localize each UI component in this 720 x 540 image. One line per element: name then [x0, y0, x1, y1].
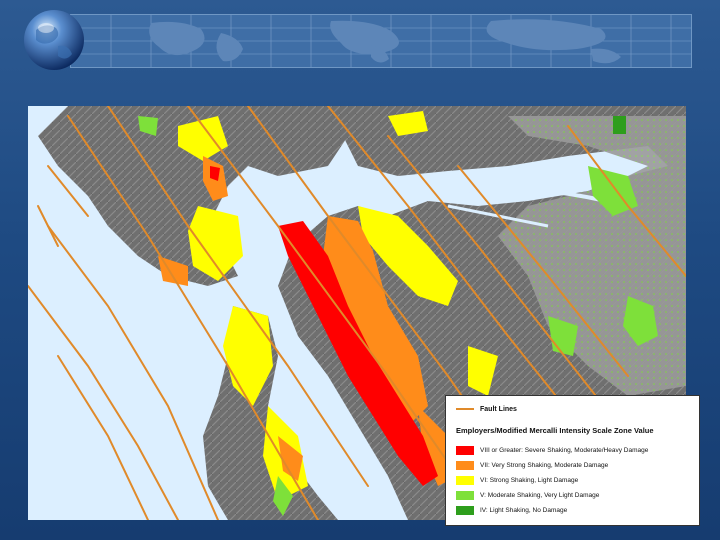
legend-label-vi: VI: Strong Shaking, Light Damage — [480, 477, 579, 484]
legend-row-vi: VI: Strong Shaking, Light Damage — [456, 476, 578, 485]
legend-label-iv: IV: Light Shaking, No Damage — [480, 507, 568, 514]
legend-row-viii: VIII or Greater: Severe Shaking, Moderat… — [456, 446, 648, 455]
fault-line-label: Fault Lines — [480, 405, 517, 413]
legend-row-vii: VII: Very Strong Shaking, Moderate Damag… — [456, 461, 608, 470]
world-map-strip — [70, 14, 692, 68]
legend-fault-row: Fault Lines — [456, 404, 517, 414]
globe-icon — [24, 10, 84, 70]
legend-swatch-v — [456, 491, 474, 500]
fault-line-swatch — [456, 408, 474, 410]
legend-swatch-vi — [456, 476, 474, 485]
legend-swatch-viii — [456, 446, 474, 455]
legend-title: Employers/Modified Mercalli Intensity Sc… — [456, 426, 654, 435]
world-map-grid — [71, 15, 691, 67]
legend-swatch-vii — [456, 461, 474, 470]
legend-row-iv: IV: Light Shaking, No Damage — [456, 506, 567, 515]
legend-label-vii: VII: Very Strong Shaking, Moderate Damag… — [480, 462, 609, 469]
title-banner — [0, 0, 720, 80]
legend-swatch-iv — [456, 506, 474, 515]
legend-row-v: V: Moderate Shaking, Very Light Damage — [456, 491, 599, 500]
legend-label-v: V: Moderate Shaking, Very Light Damage — [480, 492, 600, 499]
map-legend: Fault Lines Employers/Modified Mercalli … — [445, 395, 700, 526]
legend-label-viii: VIII or Greater: Severe Shaking, Moderat… — [480, 447, 649, 454]
zone-iv-light — [613, 116, 626, 134]
